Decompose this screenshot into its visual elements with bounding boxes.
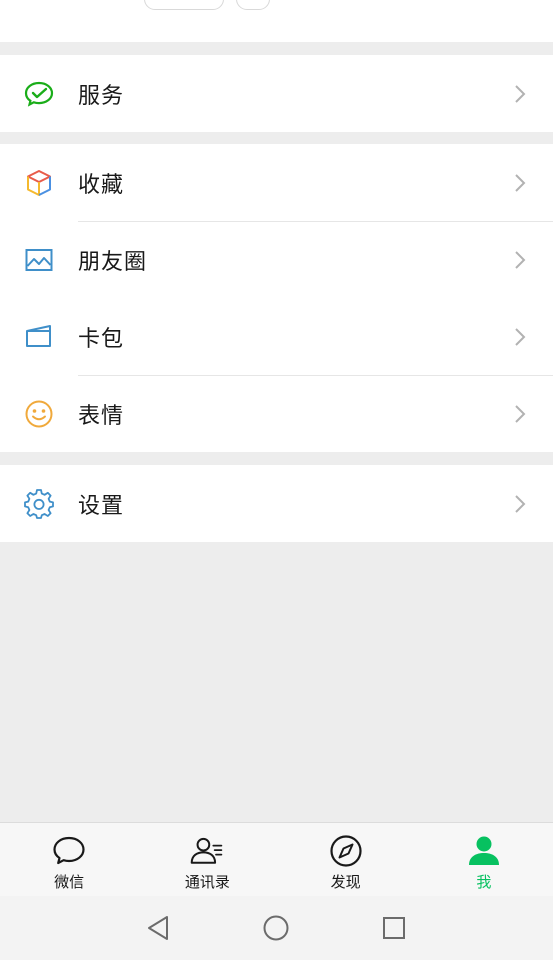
menu-item-favorites[interactable]: 收藏 [0, 144, 553, 221]
me-screen: 服务 收藏 朋友圈 卡包 表情 设置 微信 通讯录 发现 我 [0, 0, 553, 960]
tab-label: 通讯录 [184, 873, 230, 891]
status-button[interactable] [144, 0, 224, 10]
back-icon[interactable] [144, 914, 172, 942]
menu-item-moments[interactable]: 朋友圈 [0, 221, 553, 298]
contacts-icon [189, 833, 225, 869]
menu-group-services: 服务 [0, 55, 553, 132]
menu-item-label: 表情 [78, 403, 125, 429]
recents-icon[interactable] [380, 914, 408, 942]
tab-contacts[interactable]: 通讯录 [138, 823, 276, 897]
menu-item-stickers[interactable]: 表情 [0, 375, 553, 452]
tab-discover[interactable]: 发现 [277, 823, 415, 897]
system-nav-bar [0, 896, 553, 960]
card-icon [22, 320, 56, 354]
home-icon[interactable] [262, 914, 290, 942]
menu-item-label: 收藏 [78, 172, 125, 198]
menu-item-cards[interactable]: 卡包 [0, 298, 553, 375]
tab-me[interactable]: 我 [415, 823, 553, 897]
menu-group-main: 收藏 朋友圈 卡包 表情 [0, 144, 553, 452]
menu-item-services[interactable]: 服务 [0, 55, 553, 132]
chevron-right-icon [513, 493, 527, 515]
status-more-button[interactable] [236, 0, 270, 10]
tab-label: 微信 [54, 873, 85, 891]
tab-chats[interactable]: 微信 [0, 823, 138, 897]
wechat-pay-icon [22, 77, 56, 111]
menu-item-label: 服务 [78, 83, 125, 109]
chevron-right-icon [513, 326, 527, 348]
bottom-tab-bar: 微信 通讯录 发现 我 [0, 822, 553, 897]
menu-item-label: 设置 [78, 493, 125, 519]
menu-item-label: 朋友圈 [78, 249, 148, 275]
menu-item-label: 卡包 [78, 326, 125, 352]
cube-icon [22, 166, 56, 200]
picture-icon [22, 243, 56, 277]
menu-item-settings[interactable]: 设置 [0, 465, 553, 542]
tab-label: 发现 [330, 873, 361, 891]
person-icon [466, 833, 502, 869]
chevron-right-icon [513, 172, 527, 194]
gear-icon [22, 487, 56, 521]
chevron-right-icon [513, 403, 527, 425]
smile-icon [22, 397, 56, 431]
profile-header-partial [0, 0, 553, 42]
tab-label: 我 [476, 873, 492, 891]
chat-bubble-icon [51, 833, 87, 869]
chevron-right-icon [513, 83, 527, 105]
chevron-right-icon [513, 249, 527, 271]
compass-icon [328, 833, 364, 869]
menu-group-settings: 设置 [0, 465, 553, 542]
